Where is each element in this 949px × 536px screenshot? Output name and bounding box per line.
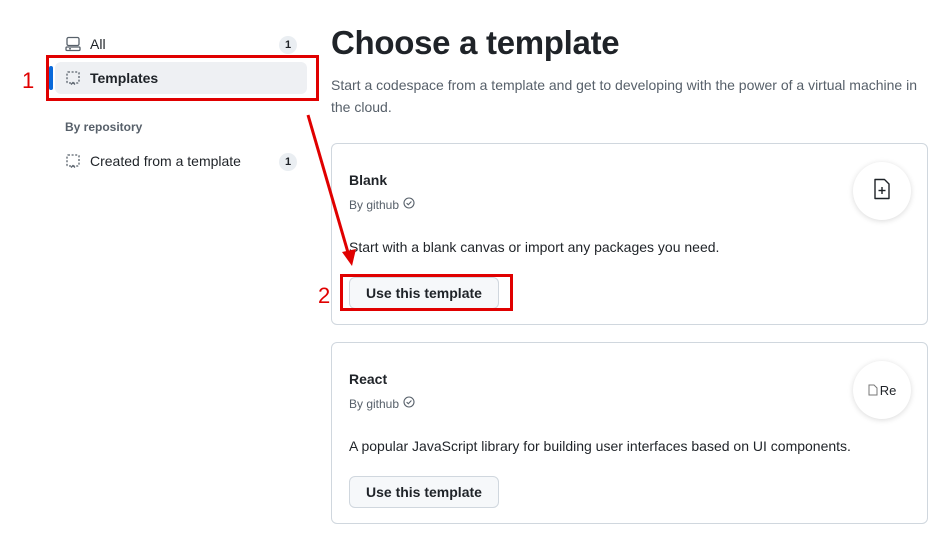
annotation-arrow bbox=[306, 114, 356, 266]
